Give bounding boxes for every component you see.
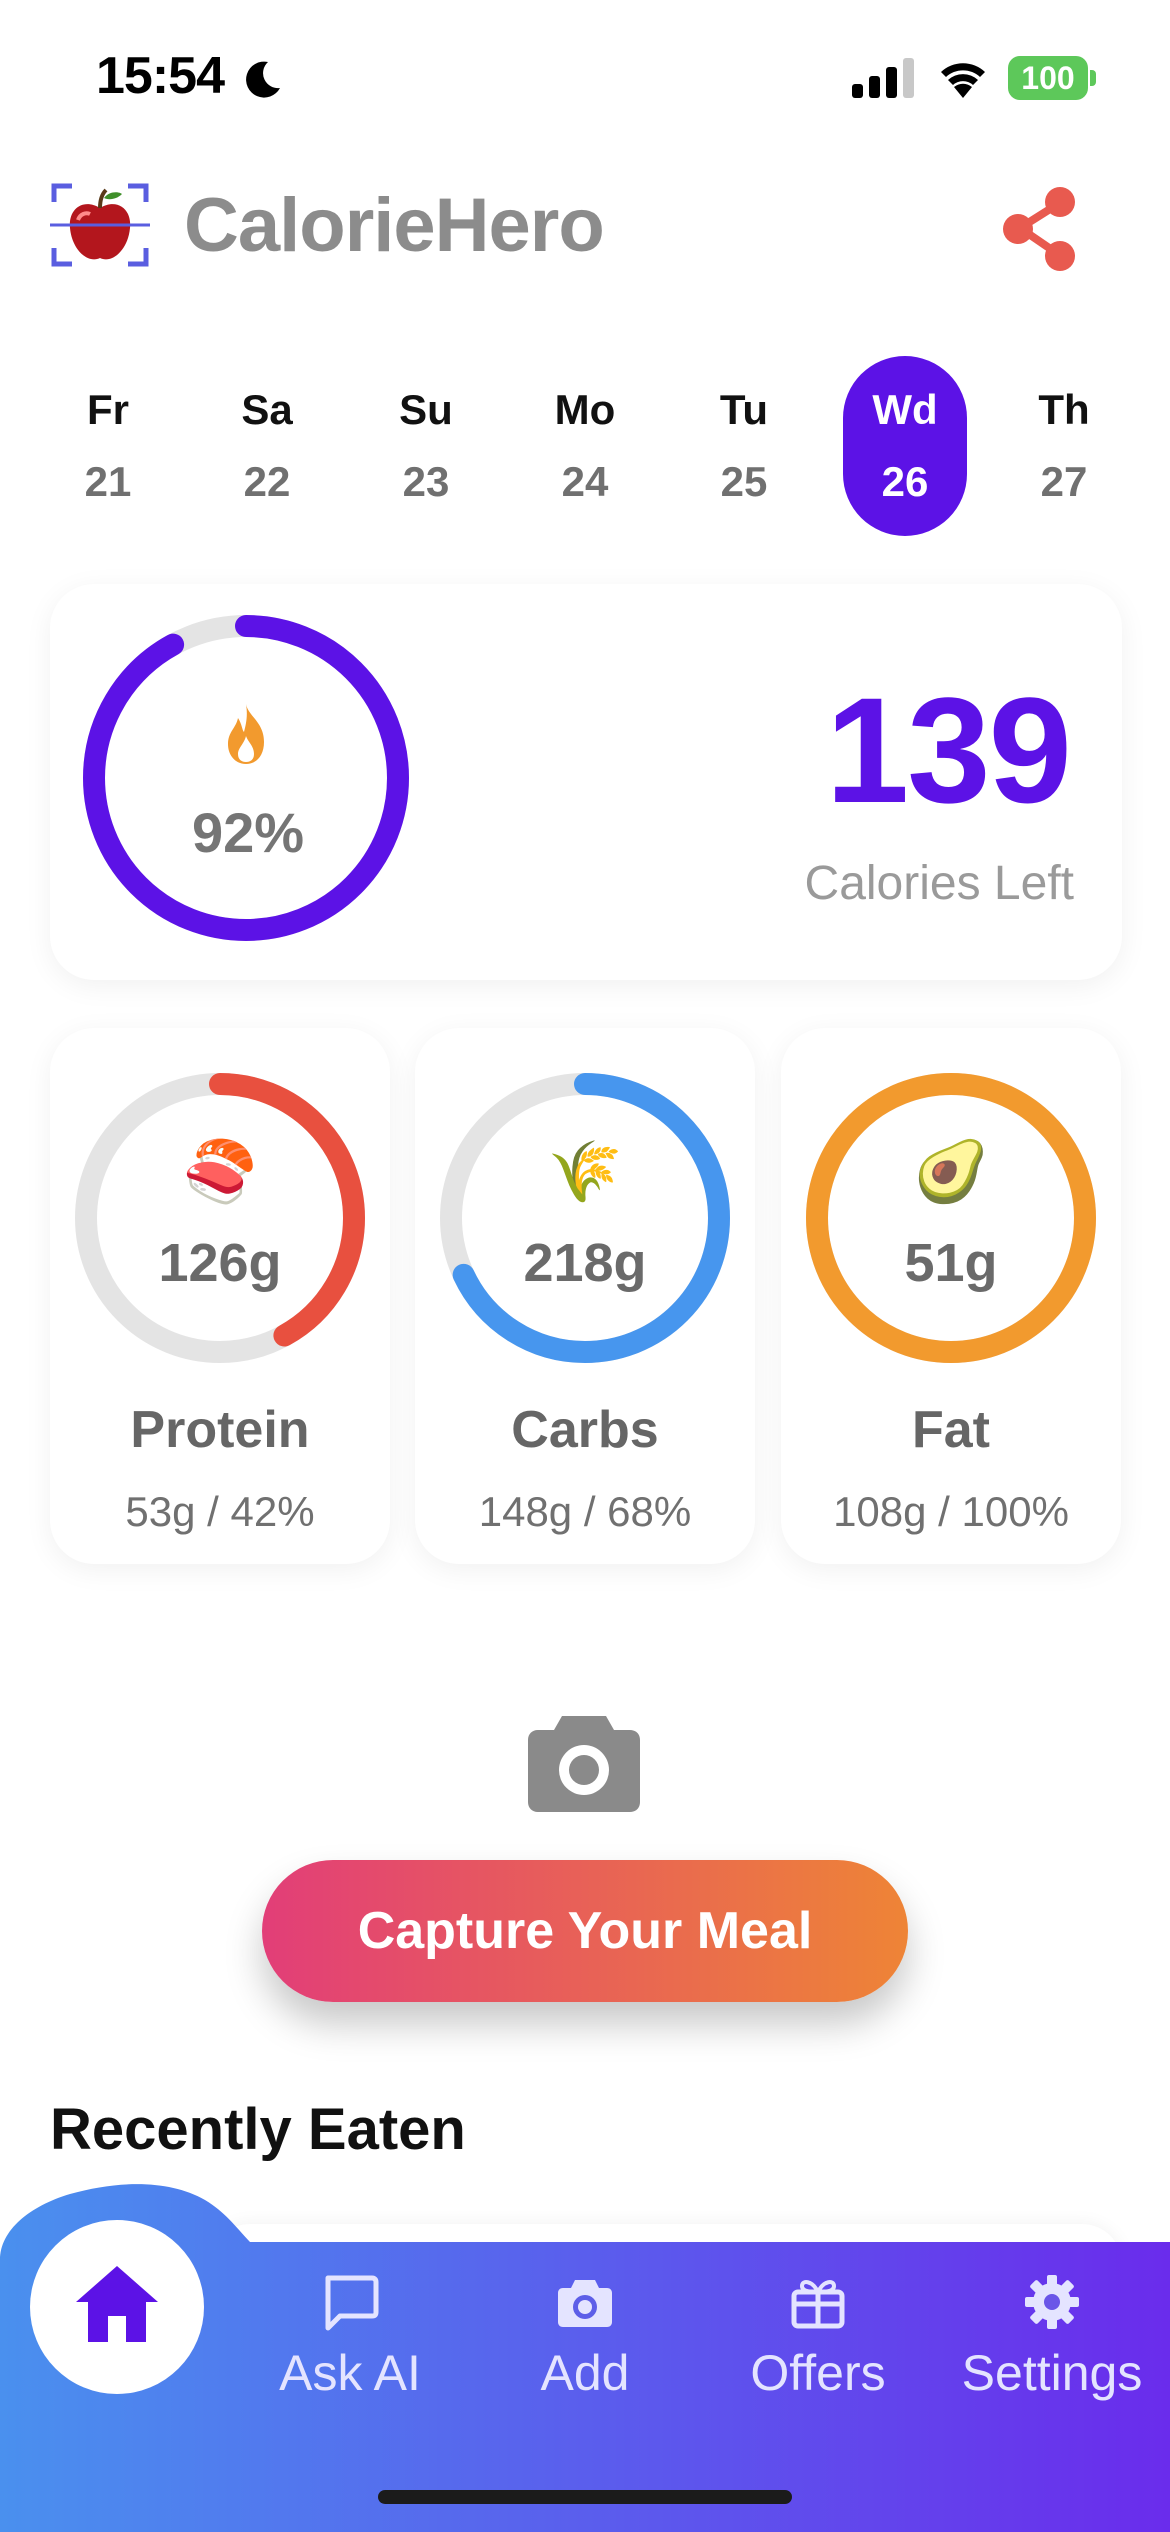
nav-settings[interactable]: Settings <box>942 2272 1162 2402</box>
macro-value: 51g <box>904 1233 998 1293</box>
calories-left-value: 139 <box>825 666 1072 834</box>
nav-ask-ai[interactable]: Ask AI <box>240 2272 460 2402</box>
macro-name: Fat <box>912 1401 990 1459</box>
nav-label: Settings <box>961 2345 1143 2401</box>
salmon-icon: 🍣 <box>182 1138 258 1205</box>
macro-card-carbs[interactable]: 🌾 218g Carbs 148g / 68% <box>415 1028 755 1564</box>
day-number: 23 <box>402 458 450 505</box>
macro-detail: 108g / 100% <box>833 1488 1069 1535</box>
wheat-icon: 🌾 <box>547 1138 623 1205</box>
gift-icon <box>791 2280 845 2329</box>
day-number: 24 <box>561 458 609 505</box>
nav-label: Ask AI <box>279 2345 421 2401</box>
day-wd-selected[interactable]: Wd 26 <box>843 356 967 536</box>
gear-icon <box>1025 2275 1079 2329</box>
camera-icon[interactable] <box>526 1710 642 1814</box>
status-time: 15:54 <box>96 47 225 105</box>
macro-detail: 148g / 68% <box>478 1488 692 1535</box>
macro-value: 218g <box>523 1233 647 1293</box>
macro-name: Carbs <box>511 1401 659 1459</box>
day-name: Tu <box>719 386 769 433</box>
day-fr[interactable]: Fr 21 <box>46 356 170 536</box>
day-name: Fr <box>87 386 129 433</box>
status-bar: 15:54 100 <box>0 0 1170 150</box>
wifi-icon <box>941 63 985 98</box>
app-title: CalorieHero <box>184 183 605 268</box>
home-indicator <box>378 2490 792 2504</box>
week-strip: Fr 21 Sa 22 Su 23 Mo 24 Tu 25 Wd 26 Th 2… <box>28 356 1148 536</box>
moon-icon <box>246 61 280 98</box>
day-number: 27 <box>1040 458 1088 505</box>
day-name: Sa <box>241 386 293 433</box>
nav-label: Add <box>540 2345 630 2401</box>
share-button[interactable] <box>996 184 1086 274</box>
day-name: Wd <box>872 386 938 433</box>
day-su[interactable]: Su 23 <box>364 356 488 536</box>
day-number: 25 <box>720 458 768 505</box>
day-number: 21 <box>84 458 132 505</box>
bottom-nav: Ask AI Add Offers Settings <box>0 2180 1170 2532</box>
day-th[interactable]: Th 27 <box>1002 356 1126 536</box>
avocado-icon: 🥑 <box>913 1138 989 1205</box>
day-name: Th <box>1038 386 1090 433</box>
day-mo[interactable]: Mo 24 <box>523 356 647 536</box>
capture-meal-button[interactable]: Capture Your Meal <box>262 1860 908 2002</box>
macro-detail: 53g / 42% <box>125 1488 315 1535</box>
macro-name: Protein <box>130 1401 310 1459</box>
calorie-progress-ring <box>83 615 409 941</box>
macro-card-fat[interactable]: 🥑 51g Fat 108g / 100% <box>781 1028 1121 1564</box>
day-name: Mo <box>554 386 616 433</box>
calorie-card[interactable]: 92% 139 Calories Left <box>50 584 1122 980</box>
calories-left-label: Calories Left <box>804 857 1074 910</box>
fat-progress-ring <box>806 1073 1096 1363</box>
app-logo-icon <box>50 183 150 267</box>
day-number: 26 <box>881 458 929 505</box>
day-tu[interactable]: Tu 25 <box>682 356 806 536</box>
cellular-signal-icon <box>852 58 914 98</box>
nav-offers[interactable]: Offers <box>708 2272 928 2402</box>
home-icon <box>76 2266 158 2342</box>
recently-eaten-title: Recently Eaten <box>50 2097 466 2162</box>
protein-progress-ring <box>75 1073 365 1363</box>
nav-add[interactable]: Add <box>475 2272 695 2402</box>
macro-value: 126g <box>158 1233 282 1293</box>
day-number: 22 <box>243 458 291 505</box>
home-button[interactable] <box>30 2220 204 2394</box>
carbs-progress-ring <box>440 1073 730 1363</box>
day-sa[interactable]: Sa 22 <box>205 356 329 536</box>
macro-card-protein[interactable]: 🍣 126g Protein 53g / 42% <box>50 1028 390 1564</box>
chat-icon <box>325 2275 379 2331</box>
battery-cap <box>1090 70 1096 86</box>
day-name: Su <box>399 386 453 433</box>
flame-icon <box>228 704 264 764</box>
calorie-percent: 92% <box>191 801 305 864</box>
camera-icon <box>558 2280 612 2327</box>
battery-indicator: 100 <box>1008 56 1088 100</box>
nav-label: Offers <box>750 2345 886 2401</box>
